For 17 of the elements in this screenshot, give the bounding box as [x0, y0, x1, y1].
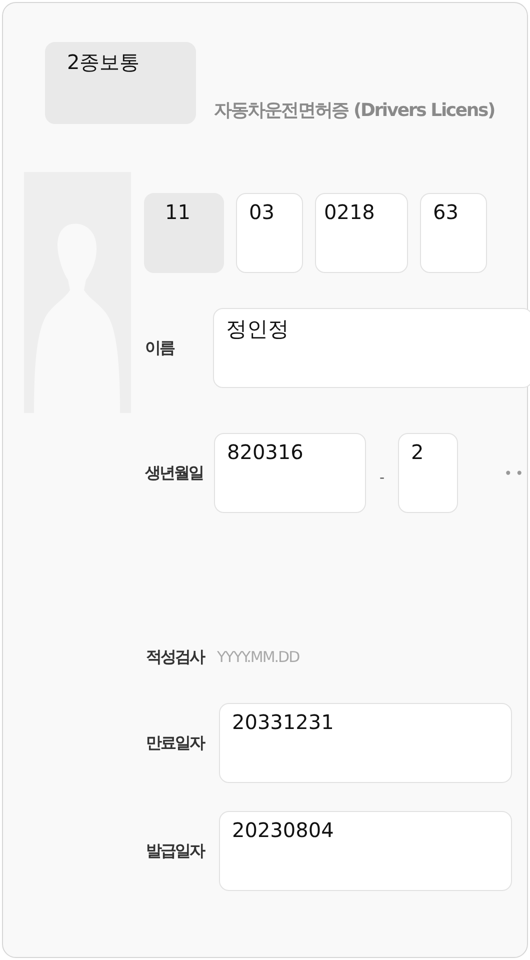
field-label: 적성검사 [145, 646, 206, 668]
license-number-field[interactable]: 0218 [315, 193, 408, 273]
expiry-date-field[interactable]: 20331231 [219, 703, 512, 783]
field-label: 만료일자 [145, 732, 206, 754]
gender-digit-field[interactable]: 2 [398, 433, 458, 513]
license-number-field[interactable]: 03 [236, 193, 303, 273]
separator-dash: - [378, 469, 386, 486]
date-field[interactable]: YYYY.MM.DD [217, 648, 327, 666]
issue-date-field[interactable]: 20230804 [219, 811, 512, 891]
field-label: 발급일자 [145, 840, 206, 862]
masked-digits: •• [504, 465, 527, 482]
field-label: 생년월일 [144, 462, 204, 484]
card-title: 자동차운전면허증 (Drivers Licens) [214, 99, 495, 122]
field-label: 이름 [144, 338, 176, 358]
name-field[interactable]: 정인정 [213, 308, 530, 388]
birth-date-field[interactable]: 820316 [214, 433, 366, 513]
license-number-field[interactable]: 63 [420, 193, 487, 273]
